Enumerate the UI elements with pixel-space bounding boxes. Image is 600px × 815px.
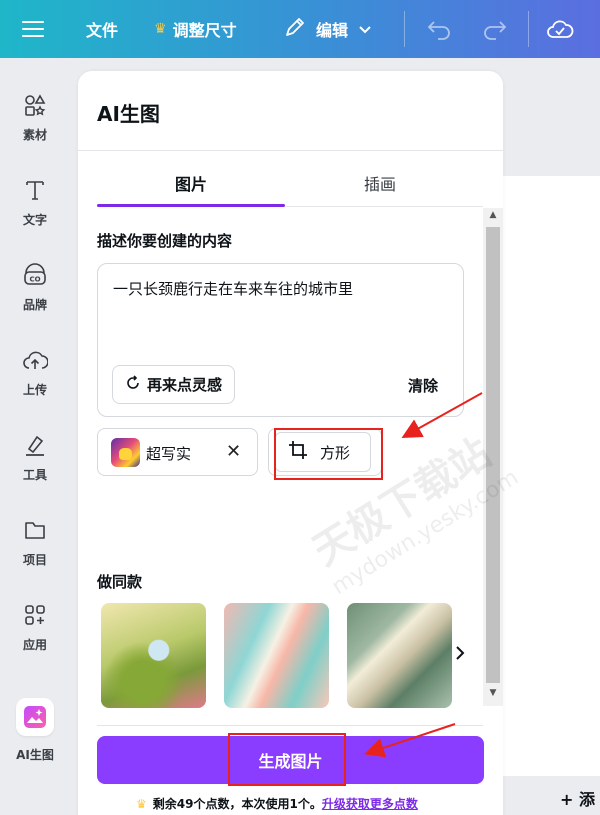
tab-illustration[interactable]: 插画 [364, 171, 396, 195]
toolbar-divider [404, 11, 405, 47]
file-menu-button[interactable]: 文件 [86, 0, 118, 58]
sidebar-item-label: 文字 [22, 213, 47, 227]
sidebar-item-label: 项目 [22, 553, 47, 567]
edit-label: 编辑 [316, 21, 349, 40]
prompt-text: 一只长颈鹿行走在车来车往的城市里 [113, 280, 354, 298]
panel-divider [78, 150, 503, 151]
cloud-check-icon[interactable] [546, 0, 574, 58]
hamburger-icon[interactable] [22, 0, 48, 58]
crown-icon: ♛ [154, 21, 167, 37]
sidebar-item-elements[interactable]: 素材 [0, 90, 70, 170]
scroll-up-arrow-icon[interactable]: ▲ [483, 210, 503, 220]
credits-info: ♛ 剩余49个点数，本次使用1个。升级获取更多点数 [136, 795, 418, 812]
pencil-icon [284, 16, 306, 42]
upload-cloud-icon [22, 345, 48, 375]
scrollbar-thumb[interactable] [486, 227, 500, 683]
sidebar-item-apps[interactable]: 应用 [0, 600, 70, 680]
inspire-button[interactable]: 再来点灵感 [112, 365, 235, 404]
sidebar-item-upload[interactable]: 上传 [0, 345, 70, 425]
sample-thumbnail[interactable] [224, 603, 329, 708]
annotation-highlight [228, 733, 346, 786]
sample-thumbnail[interactable] [101, 603, 206, 708]
left-sidebar: 素材 文字 CO 品牌 上传 工具 项目 应用 AI生图 [0, 58, 70, 815]
redo-icon[interactable] [482, 0, 508, 58]
tab-image[interactable]: 图片 [175, 171, 207, 195]
resize-button[interactable]: ♛ 调整尺寸 [154, 0, 237, 58]
similar-label: 做同款 [97, 573, 143, 591]
upgrade-link[interactable]: 升级获取更多点数 [322, 797, 418, 811]
sidebar-item-brand[interactable]: CO 品牌 [0, 260, 70, 340]
active-tab-indicator [97, 204, 285, 207]
inspire-label: 再来点灵感 [146, 376, 222, 394]
top-toolbar: 文件 ♛ 调整尺寸 编辑 [0, 0, 600, 58]
resize-label: 调整尺寸 [172, 21, 237, 40]
annotation-highlight [274, 428, 383, 480]
sidebar-item-label: AI生图 [16, 748, 54, 762]
chevron-right-icon[interactable] [454, 645, 466, 666]
chevron-down-icon [358, 20, 372, 39]
sidebar-item-projects[interactable]: 项目 [0, 515, 70, 595]
text-icon [23, 175, 47, 205]
sample-thumbnail[interactable] [347, 603, 452, 708]
sidebar-item-label: 上传 [22, 383, 47, 397]
sidebar-item-label: 应用 [22, 638, 47, 652]
sidebar-item-ai-image[interactable]: AI生图 [0, 698, 70, 778]
apps-icon [23, 600, 47, 630]
scroll-down-arrow-icon[interactable]: ▼ [483, 688, 503, 698]
svg-text:CO: CO [29, 276, 40, 284]
clear-button[interactable]: 清除 [408, 375, 438, 396]
add-page-button[interactable]: + 添 [560, 786, 595, 810]
design-canvas[interactable] [503, 176, 600, 776]
edit-button[interactable]: 编辑 [284, 0, 372, 58]
close-icon[interactable]: ✕ [226, 441, 241, 462]
refresh-icon [125, 374, 141, 395]
footer-divider [97, 725, 483, 726]
crown-icon: ♛ [136, 797, 147, 811]
sidebar-item-text[interactable]: 文字 [0, 175, 70, 255]
style-label: 超写实 [146, 445, 192, 463]
brand-icon: CO [22, 260, 48, 290]
style-thumbnail [111, 438, 140, 467]
ai-image-icon [16, 698, 54, 736]
prompt-textarea[interactable]: 一只长颈鹿行走在车来车往的城市里 再来点灵感 清除 [97, 263, 464, 417]
describe-label: 描述你要创建的内容 [97, 232, 233, 250]
shapes-icon [23, 90, 47, 120]
panel-title: AI生图 [97, 102, 160, 126]
sidebar-item-label: 工具 [22, 468, 47, 482]
sidebar-item-label: 品牌 [22, 298, 47, 312]
style-chip[interactable]: 超写实 ✕ [97, 428, 258, 476]
credits-text: 剩余49个点数，本次使用1个。 [152, 797, 322, 811]
undo-icon[interactable] [426, 0, 452, 58]
tab-baseline [285, 206, 483, 207]
sidebar-item-label: 素材 [22, 128, 47, 142]
sidebar-item-tools[interactable]: 工具 [0, 430, 70, 510]
toolbar-divider [528, 11, 529, 47]
pen-tool-icon [23, 430, 47, 460]
folder-icon [23, 515, 47, 545]
